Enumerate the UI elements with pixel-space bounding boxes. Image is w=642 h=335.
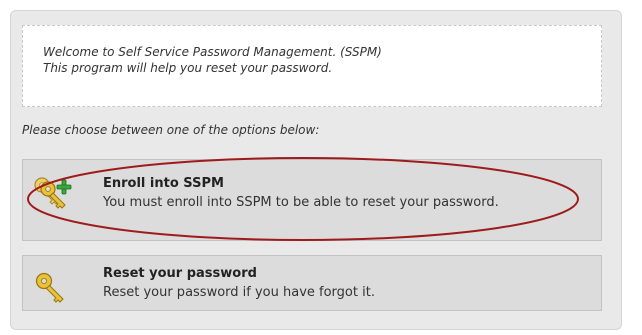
welcome-line-1: Welcome to Self Service Password Managem… — [43, 45, 382, 59]
key-add-icon — [33, 175, 77, 211]
reset-option-description: Reset your password if you have forgot i… — [103, 285, 375, 300]
enroll-option-description: You must enroll into SSPM to be able to … — [103, 195, 499, 210]
enroll-option-button[interactable]: Enroll into SSPM You must enroll into SS… — [22, 159, 602, 241]
reset-option-title: Reset your password — [103, 266, 257, 281]
options-instruction: Please choose between one of the options… — [22, 123, 320, 137]
welcome-message-box: Welcome to Self Service Password Managem… — [22, 25, 602, 107]
welcome-line-2: This program will help you reset your pa… — [43, 61, 333, 75]
reset-password-option-button[interactable]: Reset your password Reset your password … — [22, 255, 602, 311]
key-icon — [33, 270, 77, 306]
enroll-option-title: Enroll into SSPM — [103, 176, 224, 191]
